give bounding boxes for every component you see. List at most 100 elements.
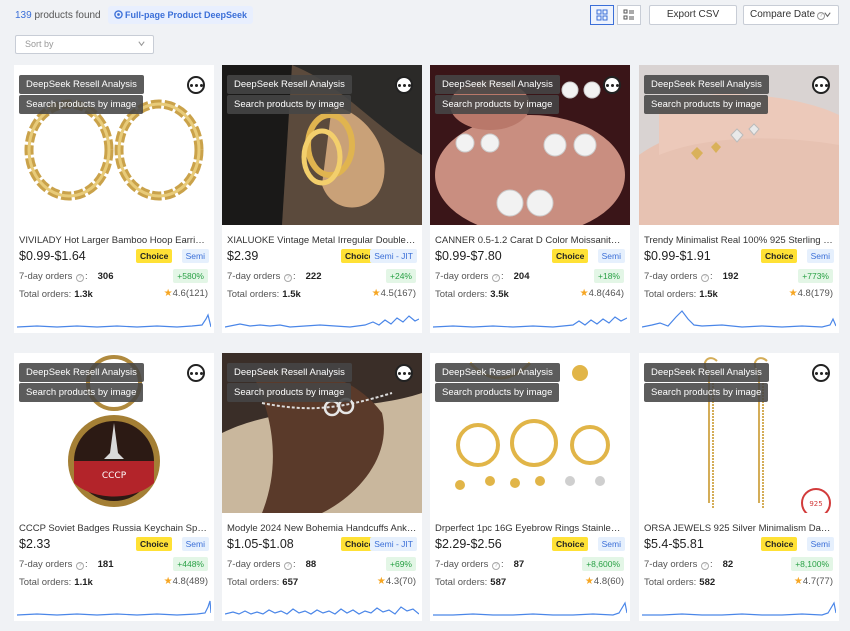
product-title[interactable]: VIVILADY Hot Larger Bamboo Hoop Earrings… — [19, 235, 209, 246]
product-card[interactable]: DeepSeek Resell Analysis Search products… — [222, 353, 422, 621]
product-card[interactable]: DeepSeek Resell Analysis Search products… — [639, 65, 839, 333]
product-title[interactable]: Trendy Minimalist Real 100% 925 Sterling… — [644, 235, 834, 246]
total-orders: Total orders: 657 — [227, 577, 299, 588]
star-icon: ★ — [788, 288, 798, 299]
deepseek-resell-analysis-button[interactable]: DeepSeek Resell Analysis — [19, 75, 144, 94]
product-rating: ★4.8(464) — [579, 288, 624, 299]
semi-badge: Semi — [806, 249, 834, 263]
deepseek-resell-analysis-button[interactable]: DeepSeek Resell Analysis — [435, 75, 560, 94]
help-icon: ? — [283, 274, 292, 282]
choice-badge: Choice — [552, 249, 589, 263]
deepseek-resell-analysis-button[interactable]: DeepSeek Resell Analysis — [227, 75, 352, 94]
choice-badge: Choice — [761, 537, 798, 551]
export-csv-button[interactable]: Export CSV — [649, 5, 737, 25]
product-rating: ★4.6(121) — [163, 288, 208, 299]
product-rating: ★4.8(60) — [584, 576, 624, 587]
semi-badge: Semi - JIT — [370, 249, 417, 263]
product-price: $0.99-$1.64 — [19, 249, 86, 263]
sales-trend-sparkline — [642, 310, 836, 328]
search-by-image-button[interactable]: Search products by image — [435, 383, 560, 402]
star-icon: ★ — [376, 576, 386, 587]
product-price: $2.33 — [19, 537, 51, 551]
product-title[interactable]: CCCP Soviet Badges Russia Keychain Space… — [19, 523, 209, 534]
semi-badge: Semi - JIT — [370, 537, 417, 551]
growth-badge: +580% — [173, 269, 208, 283]
svg-text:925: 925 — [809, 500, 822, 508]
product-card[interactable]: DeepSeek Resell Analysis Search products… — [430, 65, 630, 333]
more-options-icon[interactable] — [187, 76, 205, 94]
total-orders: Total orders: 1.5k — [227, 289, 301, 300]
deepseek-resell-analysis-button[interactable]: DeepSeek Resell Analysis — [227, 363, 352, 382]
semi-badge: Semi — [806, 537, 834, 551]
product-rating: ★4.8(179) — [788, 288, 833, 299]
search-by-image-button[interactable]: Search products by image — [19, 95, 144, 114]
growth-badge: +24% — [386, 269, 416, 283]
growth-badge: +773% — [798, 269, 833, 283]
sales-trend-sparkline — [225, 315, 419, 328]
star-icon: ★ — [793, 576, 803, 587]
deepseek-resell-analysis-button[interactable]: DeepSeek Resell Analysis — [435, 363, 560, 382]
product-card[interactable]: DeepSeek Resell Analysis Search products… — [222, 65, 422, 333]
deepseek-resell-analysis-button[interactable]: DeepSeek Resell Analysis — [19, 363, 144, 382]
help-icon: ? — [283, 562, 292, 570]
products-found-count: 139 products found — [15, 10, 101, 21]
search-by-image-button[interactable]: Search products by image — [644, 95, 769, 114]
help-icon: ? — [491, 274, 500, 282]
growth-badge: +8,100% — [791, 557, 833, 571]
total-orders: Total orders: 3.5k — [435, 289, 509, 300]
grid-view-button[interactable] — [590, 5, 614, 25]
search-by-image-button[interactable]: Search products by image — [227, 383, 352, 402]
more-options-icon[interactable] — [812, 76, 830, 94]
total-orders: Total orders: 1.3k — [19, 289, 93, 300]
deepseek-resell-analysis-button[interactable]: DeepSeek Resell Analysis — [644, 75, 769, 94]
choice-badge: Choice — [136, 537, 173, 551]
seven-day-orders: 7-day orders ?:82 — [644, 559, 734, 570]
growth-badge: +8,600% — [582, 557, 624, 571]
product-title[interactable]: ORSA JEWELS 925 Silver Minimalism Dangle… — [644, 523, 834, 534]
product-card[interactable]: DeepSeek Resell Analysis Search products… — [14, 65, 214, 333]
chevron-down-icon — [138, 41, 145, 47]
compare-date-dropdown[interactable]: Compare Date? — [743, 5, 839, 25]
more-options-icon[interactable] — [395, 364, 413, 382]
search-by-image-button[interactable]: Search products by image — [227, 95, 352, 114]
search-by-image-button[interactable]: Search products by image — [435, 95, 560, 114]
sales-trend-sparkline — [642, 601, 836, 616]
product-title[interactable]: CANNER 0.5-1.2 Carat D Color Moissanite … — [435, 235, 625, 246]
list-view-icon — [623, 9, 634, 20]
grid-view-icon — [596, 9, 608, 21]
deepseek-resell-analysis-button[interactable]: DeepSeek Resell Analysis — [644, 363, 769, 382]
sales-trend-sparkline — [17, 600, 211, 616]
product-title[interactable]: Modyle 2024 New Bohemia Handcuffs Anklet… — [227, 523, 417, 534]
full-page-deepseek-button[interactable]: Full-page Product DeepSeek — [108, 6, 254, 24]
product-rating: ★4.3(70) — [376, 576, 416, 587]
choice-badge: Choice — [136, 249, 173, 263]
star-icon: ★ — [584, 576, 594, 587]
product-card[interactable]: CCCP DeepSeek Resell Analysis Search pro… — [14, 353, 214, 621]
search-by-image-button[interactable]: Search products by image — [644, 383, 769, 402]
star-icon: ★ — [163, 288, 173, 299]
more-options-icon[interactable] — [812, 364, 830, 382]
total-orders: Total orders: 587 — [435, 577, 507, 588]
more-options-icon[interactable] — [395, 76, 413, 94]
seven-day-orders: 7-day orders ?:306 — [19, 271, 114, 282]
star-icon: ★ — [371, 288, 381, 299]
product-card[interactable]: DeepSeek Resell Analysis Search products… — [430, 353, 630, 621]
sort-by-select[interactable]: Sort by — [15, 35, 154, 54]
seven-day-orders: 7-day orders ?:222 — [227, 271, 322, 282]
seven-day-orders: 7-day orders ?:204 — [435, 271, 530, 282]
deepseek-icon — [114, 10, 123, 19]
product-title[interactable]: Drperfect 1pc 16G Eyebrow Rings Stainles… — [435, 523, 625, 534]
help-icon: ? — [75, 274, 84, 282]
product-price: $0.99-$1.91 — [644, 249, 711, 263]
svg-text:CCCP: CCCP — [102, 471, 127, 481]
choice-badge: Choice — [552, 537, 589, 551]
more-options-icon[interactable] — [603, 76, 621, 94]
product-title[interactable]: XIALUOKE Vintage Metal Irregular Double-… — [227, 235, 417, 246]
total-orders: Total orders: 1.5k — [644, 289, 718, 300]
product-card[interactable]: 925 DeepSeek Resell Analysis Search prod… — [639, 353, 839, 621]
help-icon: ? — [491, 562, 500, 570]
search-by-image-button[interactable]: Search products by image — [19, 383, 144, 402]
more-options-icon[interactable] — [187, 364, 205, 382]
list-view-button[interactable] — [617, 5, 641, 25]
semi-badge: Semi — [181, 249, 209, 263]
